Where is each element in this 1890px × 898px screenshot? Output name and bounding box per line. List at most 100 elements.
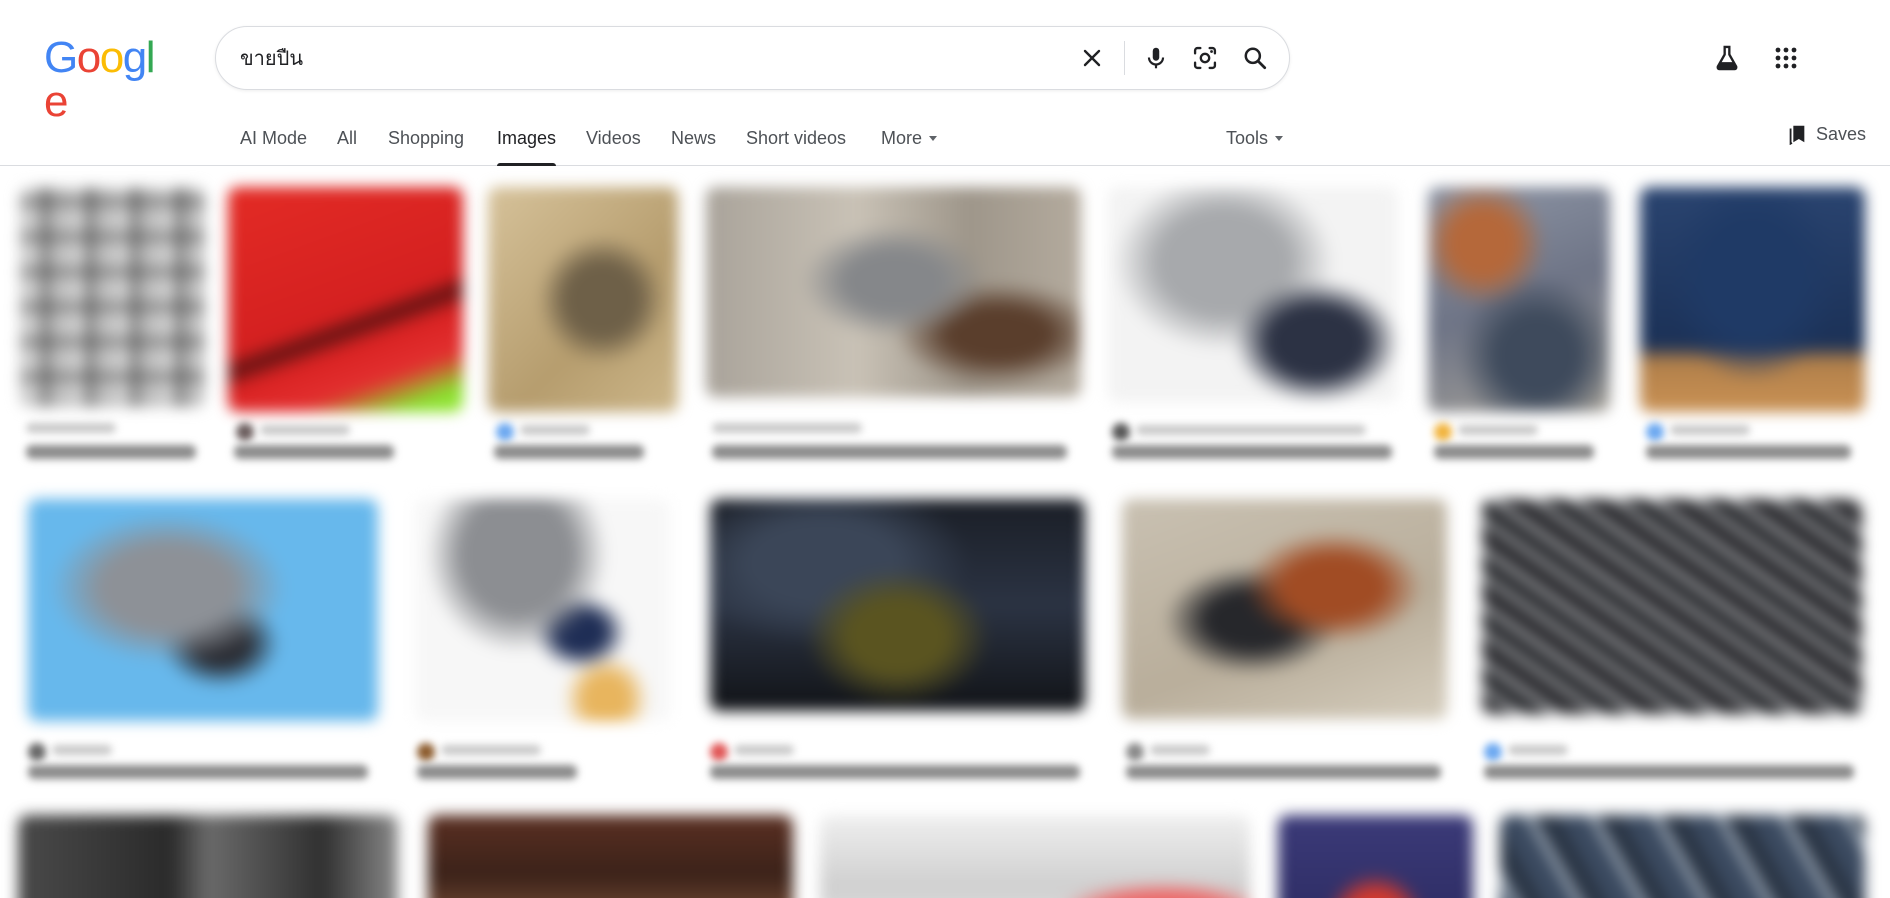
result-title (494, 445, 644, 459)
result-title (1484, 765, 1854, 779)
result-title (710, 765, 1080, 779)
logo-letter: o (76, 33, 101, 82)
logo-letter: g (122, 33, 147, 82)
result-thumbnail (820, 815, 1250, 898)
result-thumbnail (488, 187, 678, 412)
result-thumbnail (1122, 499, 1447, 719)
google-logo[interactable]: Google (44, 33, 162, 124)
tab-short-videos[interactable]: Short videos (746, 128, 846, 166)
image-result[interactable] (1640, 187, 1865, 482)
result-source (1670, 425, 1750, 435)
search-button[interactable] (1236, 39, 1274, 77)
result-thumbnail (20, 187, 205, 407)
lens-icon (1193, 46, 1217, 70)
tab-news[interactable]: News (671, 128, 716, 166)
image-result[interactable] (1278, 815, 1473, 898)
result-title (28, 765, 368, 779)
search-input[interactable] (240, 27, 1060, 89)
result-thumbnail (1108, 187, 1398, 402)
result-title (1126, 765, 1441, 779)
search-divider (1124, 41, 1125, 75)
image-result[interactable] (1108, 187, 1398, 482)
saves-button[interactable]: Saves (1786, 123, 1866, 145)
result-thumbnail (428, 815, 793, 898)
tab-images[interactable]: Images (497, 128, 557, 166)
image-result[interactable] (428, 815, 793, 898)
image-result[interactable] (488, 187, 678, 482)
google-apps-button[interactable] (1766, 38, 1806, 78)
result-thumbnail (1428, 187, 1610, 412)
tab-videos[interactable]: Videos (586, 128, 641, 166)
result-thumbnail (1500, 815, 1865, 898)
image-result[interactable] (18, 815, 398, 898)
image-result[interactable] (228, 187, 463, 482)
result-title (1646, 445, 1851, 459)
image-result[interactable] (415, 499, 670, 799)
chevron-down-icon (1275, 135, 1284, 141)
image-result[interactable] (1500, 815, 1865, 898)
result-source (1150, 745, 1210, 755)
tab-label: Videos (586, 128, 641, 148)
result-title (1434, 445, 1594, 459)
logo-letter: o (99, 33, 124, 82)
image-result[interactable] (20, 187, 205, 482)
result-source (441, 745, 541, 755)
clear-button[interactable] (1073, 39, 1111, 77)
result-source (712, 423, 862, 433)
search-labs-button[interactable] (1707, 38, 1747, 78)
result-title (234, 445, 394, 459)
tab-label: Shopping (388, 128, 465, 148)
image-results-grid (0, 167, 1890, 898)
voice-search-button[interactable] (1137, 39, 1175, 77)
image-result[interactable] (820, 815, 1250, 898)
result-source (1136, 425, 1366, 435)
tab-label: AI Mode (240, 128, 308, 148)
source-favicon (236, 423, 254, 441)
result-source (1458, 425, 1538, 435)
logo-letter: G (44, 33, 78, 82)
image-result[interactable] (1428, 187, 1610, 482)
image-result[interactable] (706, 187, 1081, 482)
result-title (26, 445, 196, 459)
image-result[interactable] (28, 499, 378, 799)
result-thumbnail (415, 499, 670, 721)
microphone-icon (1147, 47, 1165, 69)
source-favicon (496, 423, 514, 441)
result-title (1112, 445, 1392, 459)
active-tab-indicator (497, 163, 557, 166)
result-thumbnail (1640, 187, 1865, 412)
result-title (712, 445, 1067, 459)
logo-letter: l (145, 33, 156, 82)
result-source (734, 745, 794, 755)
source-favicon (417, 743, 435, 761)
result-thumbnail (1482, 499, 1862, 714)
result-source (260, 425, 350, 435)
tab-shopping[interactable]: Shopping (388, 128, 464, 166)
result-thumbnail (28, 499, 378, 721)
result-title (417, 765, 577, 779)
tab-label: News (671, 128, 717, 148)
lens-search-button[interactable] (1186, 39, 1224, 77)
image-result[interactable] (1122, 499, 1447, 799)
image-result[interactable] (1482, 499, 1862, 799)
result-source (52, 745, 112, 755)
search-box (215, 26, 1290, 90)
source-favicon (1126, 743, 1144, 761)
result-thumbnail (1278, 815, 1473, 898)
search-tabs: AI Mode All Shopping Images Videos News … (0, 118, 1890, 166)
saves-label: Saves (1815, 123, 1866, 144)
tab-ai-mode[interactable]: AI Mode (240, 128, 307, 166)
tab-label: All (337, 128, 358, 148)
result-thumbnail (228, 187, 463, 412)
tab-all[interactable]: All (337, 128, 357, 166)
source-favicon (1112, 423, 1130, 441)
apps-grid-icon (1775, 47, 1797, 69)
source-favicon (1484, 743, 1502, 761)
chevron-down-icon (929, 135, 938, 141)
result-source (520, 425, 590, 435)
tab-more[interactable]: More (881, 128, 938, 166)
result-thumbnail (706, 187, 1081, 397)
tools-button[interactable]: Tools (1226, 128, 1284, 166)
image-result[interactable] (710, 499, 1085, 799)
source-favicon (28, 743, 46, 761)
